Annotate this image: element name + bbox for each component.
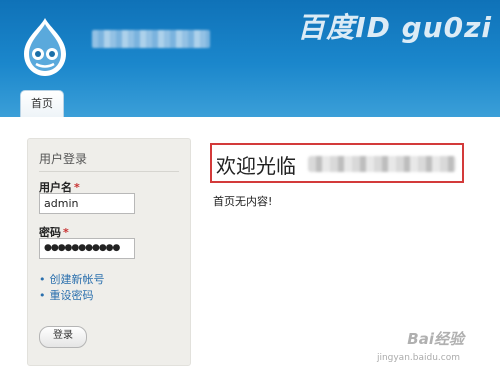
welcome-title: 欢迎光临 bbox=[216, 154, 296, 178]
tab-home[interactable]: 首页 bbox=[20, 90, 64, 117]
site-name-obscured bbox=[92, 30, 210, 48]
empty-front-page-message: 首页无内容! bbox=[213, 195, 273, 208]
drupal-logo-icon[interactable] bbox=[20, 16, 70, 78]
site-name-obscured bbox=[308, 156, 456, 172]
user-login-block: 用户登录 用户名* 密码* ●●●●●●●●●●● •创建新帐号 •重设密码 登… bbox=[27, 138, 191, 366]
welcome-highlight-box: 欢迎光临 bbox=[210, 143, 464, 183]
password-input[interactable]: ●●●●●●●●●●● bbox=[39, 238, 135, 259]
login-button[interactable]: 登录 bbox=[39, 326, 87, 348]
baidu-jingyan-watermark: Bai经验 bbox=[407, 330, 464, 348]
login-block-title: 用户登录 bbox=[39, 150, 179, 172]
login-links: • 创建新帐号 • 重设密码 bbox=[39, 272, 105, 304]
create-account-link[interactable]: • 创建新帐号 bbox=[39, 272, 105, 288]
baidu-jingyan-url: jingyan.baidu.com bbox=[376, 353, 460, 363]
site-header: 百度ID gu0zi 首页 bbox=[0, 0, 500, 117]
baidu-id-watermark: 百度ID gu0zi bbox=[297, 11, 492, 44]
username-input[interactable] bbox=[39, 193, 135, 214]
reset-password-link[interactable]: • 重设密码 bbox=[39, 288, 105, 304]
primary-tabs: 首页 bbox=[20, 90, 64, 117]
